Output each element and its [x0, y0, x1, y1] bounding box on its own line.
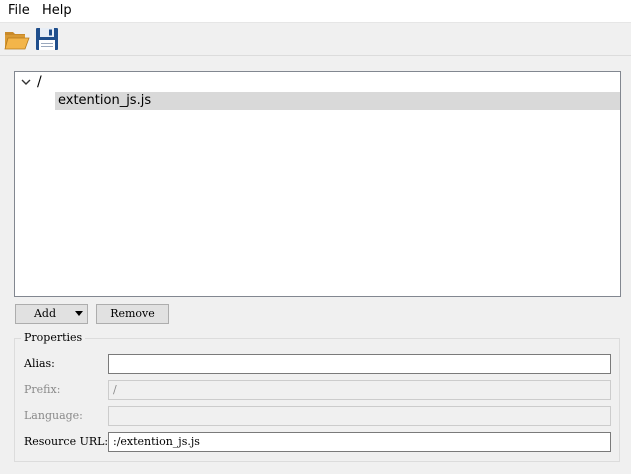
menu-bar: File Help	[0, 0, 631, 23]
save-button[interactable]	[33, 25, 61, 53]
save-icon	[36, 28, 58, 50]
resource-url-field[interactable]: :/extention_js.js	[108, 432, 611, 452]
add-button[interactable]: Add	[15, 304, 88, 324]
toolbar	[0, 23, 631, 56]
dropdown-arrow-icon	[75, 311, 83, 316]
resource-tree[interactable]: / extention_js.js	[14, 71, 621, 297]
tree-item-file[interactable]: extention_js.js	[55, 92, 620, 110]
add-button-label: Add	[33, 307, 57, 320]
language-field	[108, 406, 611, 426]
alias-label: Alias:	[24, 357, 55, 370]
resource-url-label: Resource URL:	[24, 435, 109, 448]
menu-file[interactable]: File	[6, 2, 32, 20]
alias-field[interactable]	[108, 354, 611, 374]
properties-title: Properties	[21, 330, 86, 345]
open-folder-icon	[4, 32, 30, 50]
prefix-label: Prefix:	[24, 383, 61, 396]
prefix-field: /	[108, 380, 611, 400]
open-button[interactable]	[3, 25, 31, 53]
chevron-down-icon[interactable]	[20, 76, 32, 88]
tree-item-label: extention_js.js	[58, 93, 152, 108]
tree-root-node[interactable]: /	[15, 73, 620, 91]
tree-root-label: /	[37, 74, 42, 90]
remove-button[interactable]: Remove	[96, 304, 169, 324]
language-label: Language:	[24, 409, 83, 422]
menu-help[interactable]: Help	[40, 2, 74, 20]
